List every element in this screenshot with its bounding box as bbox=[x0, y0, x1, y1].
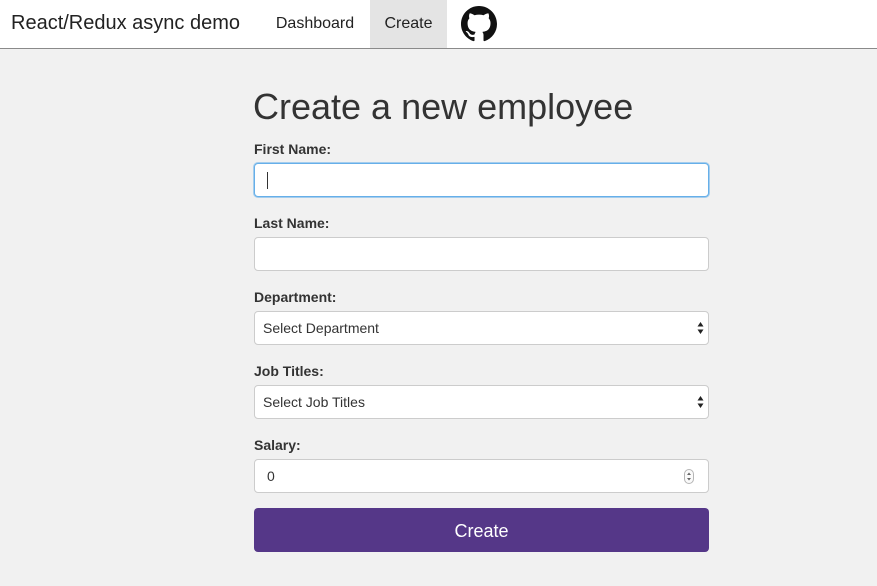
number-spinner-icon[interactable] bbox=[684, 469, 694, 484]
first-name-label: First Name: bbox=[254, 141, 332, 157]
department-label: Department: bbox=[254, 289, 337, 305]
salary-value: 0 bbox=[267, 468, 275, 484]
top-navbar: React/Redux async demo Dashboard Create bbox=[0, 0, 877, 49]
nav-link-dashboard[interactable]: Dashboard bbox=[265, 0, 365, 48]
page-title: Create a new employee bbox=[253, 86, 634, 127]
last-name-input[interactable] bbox=[254, 237, 709, 271]
nav-link-create[interactable]: Create bbox=[370, 0, 447, 48]
job-titles-selected-value: Select Job Titles bbox=[263, 394, 365, 410]
department-select[interactable]: Select Department bbox=[254, 311, 709, 345]
salary-label: Salary: bbox=[254, 437, 301, 453]
create-button[interactable]: Create bbox=[254, 508, 709, 552]
first-name-input[interactable] bbox=[254, 163, 709, 197]
job-titles-label: Job Titles: bbox=[254, 363, 324, 379]
select-arrows-icon bbox=[697, 322, 704, 334]
github-icon[interactable] bbox=[461, 6, 497, 42]
salary-input[interactable]: 0 bbox=[254, 459, 709, 493]
department-selected-value: Select Department bbox=[263, 320, 379, 336]
text-cursor bbox=[267, 172, 268, 189]
select-arrows-icon bbox=[697, 396, 704, 408]
job-titles-select[interactable]: Select Job Titles bbox=[254, 385, 709, 419]
app-brand[interactable]: React/Redux async demo bbox=[11, 12, 240, 35]
last-name-label: Last Name: bbox=[254, 215, 330, 231]
